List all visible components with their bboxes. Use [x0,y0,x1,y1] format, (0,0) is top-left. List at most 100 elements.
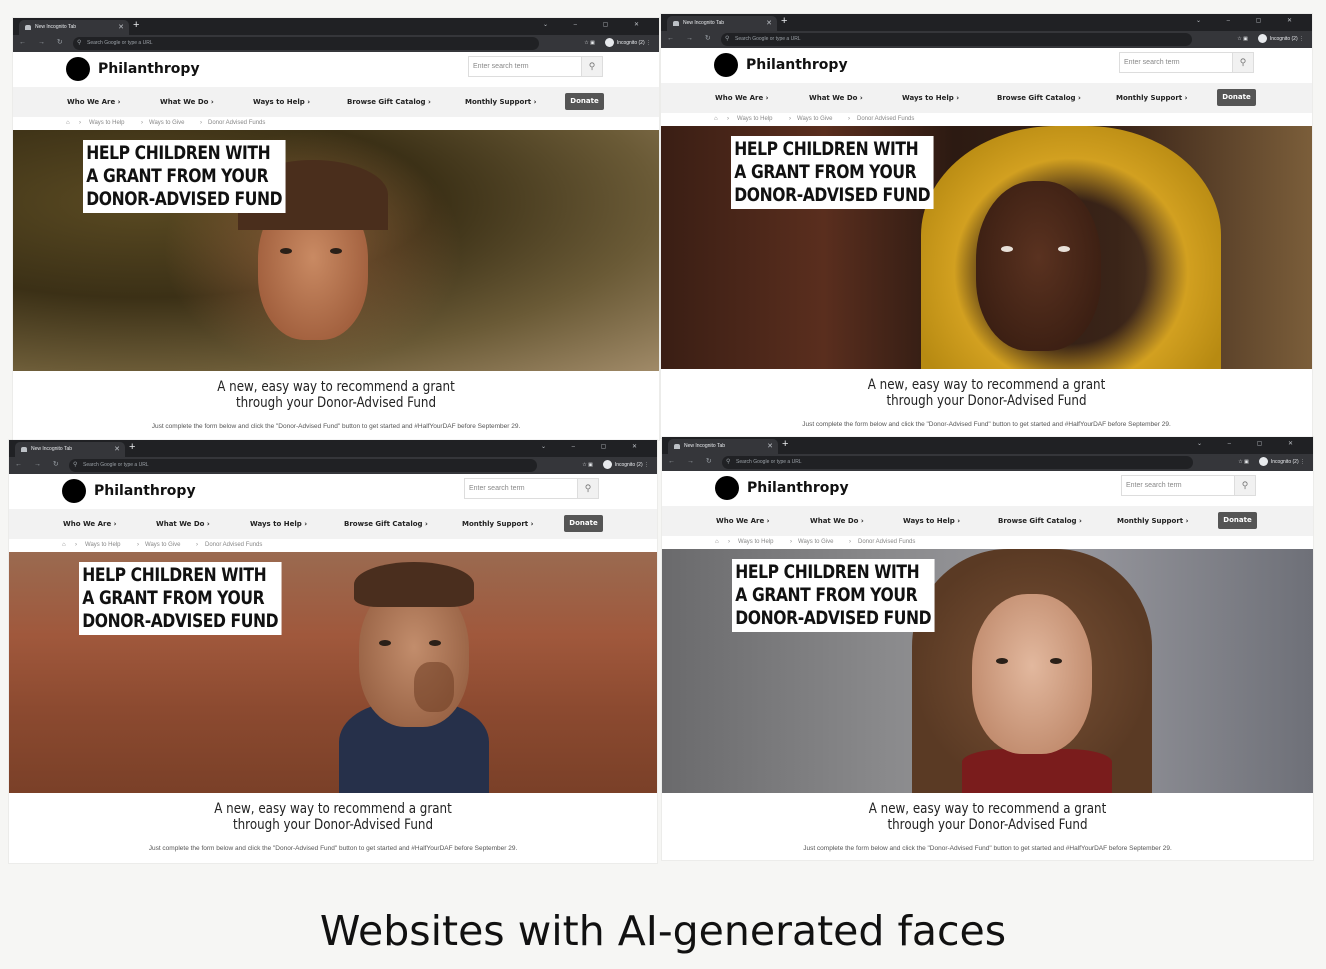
avatar [1257,34,1267,44]
new-tab-icon[interactable]: + [129,441,135,453]
nav-who-we-are[interactable]: Who We Are › [715,94,769,102]
incognito-icon [21,447,27,452]
close-tab-icon[interactable]: ✕ [118,20,124,35]
search-icon[interactable]: ⚲ [577,479,598,498]
nav-what-we-do[interactable]: What We Do › [160,98,214,106]
site-search-input[interactable]: Enter search term ⚲ [1119,52,1254,73]
browser-chrome: New Incognito Tab ✕ + ⌄ – ▢ ✕ ← → ↻ ⌂ ⚲ Se… [661,14,1312,48]
omnibox[interactable]: ⚲ Search Google or type a URL [722,456,1193,469]
screenshot-4: New Incognito Tab ✕ + ⌄ – ▢ ✕ ← → ↻ ⌂ ⚲ Se… [662,437,1313,860]
nav-browse-gift-catalog[interactable]: Browse Gift Catalog › [998,517,1082,525]
breadcrumb-ways-to-give[interactable]: Ways to Give [149,120,184,126]
browser-tab[interactable]: New Incognito Tab ✕ [668,439,778,454]
omnibox[interactable]: ⚲ Search Google or type a URL [721,33,1192,46]
child-face [976,181,1101,351]
nav-ways-to-help[interactable]: Ways to Help › [903,517,960,525]
search-icon[interactable]: ⚲ [581,57,602,76]
home-icon[interactable]: ⌂ [62,542,66,548]
browser-chrome: New Incognito Tab ✕ + ⌄ – ▢ ✕ ← → ↻ ⌂ ⚲ Se… [662,437,1313,471]
breadcrumb-current: Donor Advised Funds [205,542,263,548]
nav-monthly-support[interactable]: Monthly Support › [1117,517,1188,525]
logo-icon[interactable] [715,476,739,500]
donate-button[interactable]: Donate [564,515,603,532]
nav-browse-gift-catalog[interactable]: Browse Gift Catalog › [344,520,428,528]
browser-tab[interactable]: New Incognito Tab ✕ [15,442,125,457]
site-search-input[interactable]: Enter search term ⚲ [464,478,599,499]
nav-what-we-do[interactable]: What We Do › [810,517,864,525]
breadcrumb-ways-to-give[interactable]: Ways to Give [145,542,180,548]
profile-area[interactable]: ☆ ▣ Incognito (2) ⋮ [584,37,651,50]
new-tab-icon[interactable]: + [781,15,787,27]
browser-tab[interactable]: New Incognito Tab ✕ [667,16,777,31]
hero-image: HELP CHILDREN WITH A GRANT FROM YOUR DONOR… [9,552,657,793]
breadcrumb: ⌂ › Ways to Help › Ways to Give › Donor … [62,542,263,548]
new-tab-icon[interactable]: + [133,19,139,31]
home-icon[interactable]: ⌂ [714,116,718,122]
breadcrumb: ⌂ › Ways to Help › Ways to Give › Donor … [714,116,915,122]
logo-text[interactable]: Philanthropy [98,61,200,77]
profile-area[interactable]: ☆ ▣ Incognito (2) ⋮ [582,459,649,472]
subheadline: A new, easy way to recommend a grant thro… [867,377,1106,409]
close-tab-icon[interactable]: ✕ [767,439,773,454]
screenshot-3: New Incognito Tab ✕ + ⌄ – ▢ ✕ ← → ↻ ⌂ ⚲ Se… [9,440,657,863]
window-controls[interactable]: ⌄ – ▢ ✕ [1196,17,1304,24]
donate-button[interactable]: Donate [565,93,604,110]
logo-icon[interactable] [714,53,738,77]
main-nav: Who We Are › What We Do › Ways to Help ›… [662,506,1313,536]
breadcrumb-ways-to-give[interactable]: Ways to Give [797,116,832,122]
site-search-input[interactable]: Enter search term ⚲ [468,56,603,77]
hero-headline: HELP CHILDREN WITH A GRANT FROM YOUR DONOR… [83,140,286,213]
omnibox[interactable]: ⚲ Search Google or type a URL [73,37,539,50]
logo-icon[interactable] [62,479,86,503]
search-icon[interactable]: ⚲ [1232,53,1253,72]
nav-who-we-are[interactable]: Who We Are › [63,520,117,528]
profile-area[interactable]: ☆ ▣ Incognito (2) ⋮ [1237,33,1304,46]
nav-monthly-support[interactable]: Monthly Support › [1116,94,1187,102]
search-icon[interactable]: ⚲ [1234,476,1255,495]
avatar [602,460,612,470]
profile-area[interactable]: ☆ ▣ Incognito (2) ⋮ [1238,456,1305,469]
breadcrumb-ways-to-help[interactable]: Ways to Help [89,120,124,126]
donate-button[interactable]: Donate [1218,512,1257,529]
child-face [972,594,1092,754]
nav-ways-to-help[interactable]: Ways to Help › [253,98,310,106]
browser-chrome: New Incognito Tab ✕ + ⌄ – ▢ ✕ ← → ↻ ⌂ ⚲ Se… [13,18,659,52]
nav-ways-to-help[interactable]: Ways to Help › [250,520,307,528]
breadcrumb-ways-to-help[interactable]: Ways to Help [737,116,772,122]
nav-monthly-support[interactable]: Monthly Support › [462,520,533,528]
site-search-input[interactable]: Enter search term ⚲ [1121,475,1256,496]
main-nav: Who We Are › What We Do › Ways to Help ›… [13,87,659,117]
logo-text[interactable]: Philanthropy [94,483,196,499]
nav-who-we-are[interactable]: Who We Are › [716,517,770,525]
close-tab-icon[interactable]: ✕ [114,442,120,457]
home-icon[interactable]: ⌂ [715,539,719,545]
fine-print: Just complete the form below and click t… [802,421,1171,428]
window-controls[interactable]: ⌄ – ▢ ✕ [541,443,649,450]
window-controls[interactable]: ⌄ – ▢ ✕ [543,21,651,28]
logo-text[interactable]: Philanthropy [746,57,848,73]
breadcrumb-ways-to-help[interactable]: Ways to Help [85,542,120,548]
breadcrumb: ⌂ › Ways to Help › Ways to Give › Donor … [66,120,266,126]
search-icon: ⚲ [725,36,730,42]
avatar [604,38,614,48]
home-icon[interactable]: ⌂ [66,120,70,126]
browser-tab[interactable]: New Incognito Tab ✕ [19,20,129,35]
nav-monthly-support[interactable]: Monthly Support › [465,98,536,106]
logo-icon[interactable] [66,57,90,81]
close-tab-icon[interactable]: ✕ [766,16,772,31]
new-tab-icon[interactable]: + [782,438,788,450]
nav-browse-gift-catalog[interactable]: Browse Gift Catalog › [997,94,1081,102]
nav-what-we-do[interactable]: What We Do › [156,520,210,528]
breadcrumb-ways-to-help[interactable]: Ways to Help [738,539,773,545]
logo-text[interactable]: Philanthropy [747,480,849,496]
donate-button[interactable]: Donate [1217,89,1256,106]
nav-who-we-are[interactable]: Who We Are › [67,98,121,106]
nav-browse-gift-catalog[interactable]: Browse Gift Catalog › [347,98,431,106]
nav-ways-to-help[interactable]: Ways to Help › [902,94,959,102]
nav-what-we-do[interactable]: What We Do › [809,94,863,102]
fine-print: Just complete the form below and click t… [151,423,521,430]
fine-print: Just complete the form below and click t… [148,845,518,852]
breadcrumb-ways-to-give[interactable]: Ways to Give [798,539,833,545]
window-controls[interactable]: ⌄ – ▢ ✕ [1197,440,1305,447]
omnibox[interactable]: ⚲ Search Google or type a URL [69,459,537,472]
